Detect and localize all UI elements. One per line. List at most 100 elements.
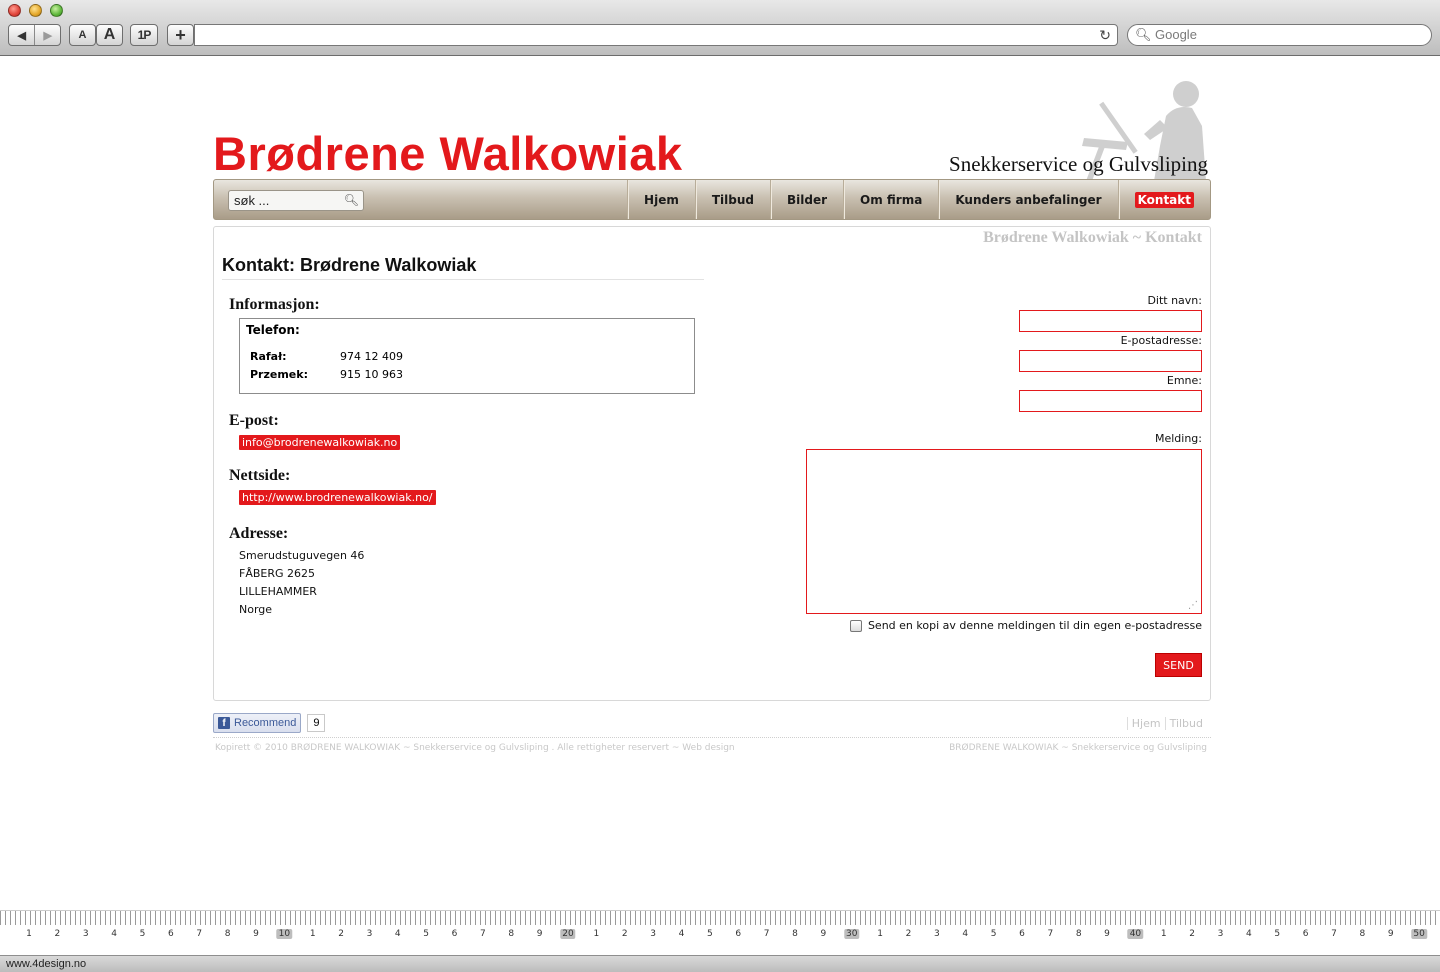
ruler-label: 8 bbox=[508, 929, 515, 939]
ruler-label: 4 bbox=[111, 929, 117, 939]
ruler-label: 1 bbox=[1160, 929, 1167, 939]
ruler-label: 2 bbox=[905, 929, 912, 939]
menu-item-label: Hjem bbox=[644, 192, 679, 207]
ruler-label: 7 bbox=[480, 929, 486, 939]
page-title: Kontakt: Brødrene Walkowiak bbox=[222, 255, 704, 280]
ruler-label: 4 bbox=[394, 929, 401, 939]
back-forward-buttons: ◀ ▶ bbox=[8, 24, 61, 46]
ruler-label: 9 bbox=[1387, 929, 1394, 939]
email-heading: E-post: bbox=[229, 412, 279, 429]
facebook-recommend-button[interactable]: f Recommend bbox=[213, 713, 302, 733]
footer-link-tilbud[interactable]: Tilbud bbox=[1164, 717, 1207, 730]
menu-item-hjem[interactable]: Hjem bbox=[627, 180, 695, 219]
email-link[interactable]: info@brodrenewalkowiak.no bbox=[239, 435, 401, 450]
address-bar[interactable]: ↻ bbox=[194, 24, 1118, 46]
browser-search-placeholder: Google bbox=[1155, 27, 1197, 42]
ruler-label: 1 bbox=[593, 929, 600, 939]
address-line: Norge bbox=[239, 603, 273, 616]
name-label: Ditt navn: bbox=[1147, 294, 1202, 307]
ruler-label: 5 bbox=[990, 929, 997, 939]
browser-search-field[interactable]: 🔍︎ Google bbox=[1127, 24, 1432, 46]
ruler-label: 4 bbox=[678, 929, 685, 939]
ruler-label: 6 bbox=[735, 929, 742, 939]
message-textarea[interactable]: ⋰ bbox=[806, 449, 1202, 614]
subject-input[interactable] bbox=[1019, 390, 1202, 412]
copy-option: Send en kopi av denne meldingen til din … bbox=[849, 619, 1202, 632]
ruler-label: 2 bbox=[621, 929, 628, 939]
copy-label: Send en kopi av denne meldingen til din … bbox=[867, 619, 1202, 632]
text-bigger-button[interactable]: A bbox=[96, 24, 123, 46]
phone-name: Przemek: bbox=[250, 368, 308, 381]
message-label: Melding: bbox=[1154, 432, 1202, 445]
footer-brand: BRØDRENE WALKOWIAK ~ Snekkerservice og G… bbox=[949, 743, 1207, 753]
phone-name: Rafał: bbox=[250, 350, 287, 363]
footer-divider bbox=[213, 737, 1211, 738]
ruler: 1 2 3 4 5 6 7 8 9 10 1 2 3 4 5 6 7 8 9 20 1 2 3 4 5 6 7 8 9 30 1 2 3 4 5 6 7… bbox=[0, 910, 1440, 954]
facebook-recommend: f Recommend 9 bbox=[213, 713, 326, 733]
phone-number[interactable]: 974 12 409 bbox=[340, 350, 403, 363]
menu-item-label: Kontakt bbox=[1134, 191, 1194, 208]
ruler-label: 50 bbox=[1411, 929, 1427, 939]
text-smaller-button[interactable]: A bbox=[69, 24, 96, 46]
menu-item-tilbud[interactable]: Tilbud bbox=[694, 180, 770, 219]
menu-item-kontakt[interactable]: Kontakt bbox=[1117, 180, 1210, 219]
zoom-window-button[interactable] bbox=[50, 4, 63, 17]
ruler-label: 5 bbox=[1274, 929, 1281, 939]
ruler-label: 3 bbox=[650, 929, 656, 939]
ruler-label: 7 bbox=[1331, 929, 1337, 939]
close-window-button[interactable] bbox=[8, 4, 21, 17]
ruler-label: 5 bbox=[707, 929, 713, 939]
ruler-label: 9 bbox=[1104, 929, 1110, 939]
menu-item-label: Kunders anbefalinger bbox=[955, 192, 1102, 207]
reload-icon[interactable]: ↻ bbox=[1099, 27, 1111, 44]
ruler-label: 9 bbox=[820, 929, 827, 939]
ruler-label: 3 bbox=[366, 929, 373, 939]
website-link[interactable]: http://www.brodrenewalkowiak.no/ bbox=[239, 490, 436, 505]
ruler-label: 40 bbox=[1127, 929, 1144, 939]
phone-heading: Telefon: bbox=[246, 323, 300, 337]
ruler-label: 7 bbox=[196, 929, 203, 939]
onepassword-button[interactable]: 1P bbox=[130, 24, 158, 46]
phone-row: Przemek: 915 10 963 bbox=[250, 368, 403, 381]
ruler-label: 4 bbox=[962, 929, 969, 939]
menu-item-om-firma[interactable]: Om firma bbox=[843, 180, 938, 219]
ruler-label: 30 bbox=[843, 929, 860, 939]
new-tab-button[interactable]: + bbox=[167, 24, 194, 46]
ruler-label: 6 bbox=[451, 929, 458, 939]
ruler-label: 9 bbox=[536, 929, 543, 939]
ruler-label: 7 bbox=[1047, 929, 1054, 939]
status-bar: www.4design.no bbox=[0, 955, 1440, 972]
facebook-count: 9 bbox=[307, 714, 326, 732]
minimize-window-button[interactable] bbox=[29, 4, 42, 17]
phone-box: Telefon: Rafał: 974 12 409 Przemek: 915 10… bbox=[239, 318, 695, 394]
address-line: FÅBERG 2625 bbox=[239, 567, 316, 580]
search-icon[interactable]: 🔍︎ bbox=[344, 191, 359, 210]
ruler-label: 10 bbox=[276, 929, 293, 939]
menu-item-kunders-anbefalinger[interactable]: Kunders anbefalinger bbox=[938, 180, 1117, 219]
send-button[interactable]: SEND bbox=[1155, 653, 1202, 677]
ruler-label: 1 bbox=[309, 929, 316, 939]
phone-number[interactable]: 915 10 963 bbox=[340, 368, 403, 381]
menu-item-label: Tilbud bbox=[711, 192, 754, 207]
email-label: E-postadresse: bbox=[1120, 334, 1202, 347]
facebook-recommend-label: Recommend bbox=[234, 717, 297, 729]
ruler-label: 9 bbox=[253, 929, 259, 939]
ruler-label: 8 bbox=[1075, 929, 1082, 939]
copy-checkbox[interactable] bbox=[849, 619, 862, 632]
ruler-label: 2 bbox=[1189, 929, 1196, 939]
footer-link-hjem[interactable]: Hjem bbox=[1126, 717, 1165, 730]
email-input[interactable] bbox=[1019, 350, 1202, 372]
site-logo[interactable]: Brødrene Walkowiak bbox=[213, 126, 683, 181]
name-input[interactable] bbox=[1019, 310, 1202, 332]
menu-item-bilder[interactable]: Bilder bbox=[769, 180, 843, 219]
ruler-label: 3 bbox=[82, 929, 89, 939]
address-line: Smerudstuguvegen 46 bbox=[239, 549, 365, 562]
main-navigation: søk ... 🔍︎ Hjem Tilbud Bilder Om firma K… bbox=[213, 179, 1211, 220]
ruler-label: 5 bbox=[423, 929, 430, 939]
menu-item-label: Bilder bbox=[786, 192, 828, 207]
resize-grip-icon[interactable]: ⋰ bbox=[1188, 600, 1198, 611]
forward-icon[interactable]: ▶ bbox=[34, 25, 60, 45]
back-icon[interactable]: ◀ bbox=[9, 25, 34, 45]
subject-label: Emne: bbox=[1166, 374, 1202, 387]
site-search-input[interactable]: søk ... 🔍︎ bbox=[228, 190, 364, 211]
